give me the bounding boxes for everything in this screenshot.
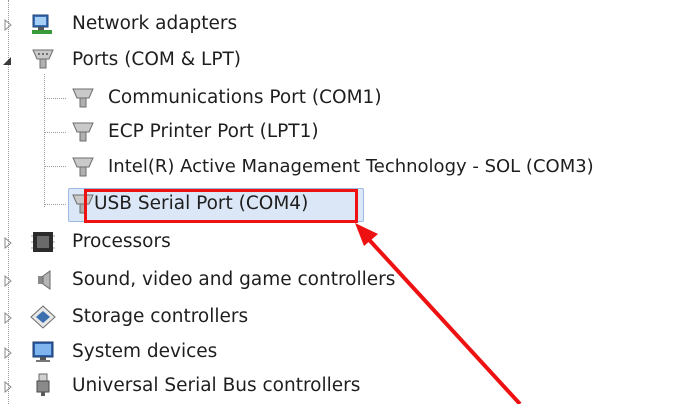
tree-item-processors[interactable]: Processors xyxy=(0,228,300,258)
tree-item-lpt1[interactable]: ECP Printer Port (LPT1) xyxy=(66,118,466,148)
tree-item-label: Storage controllers xyxy=(72,306,249,327)
tree-item-storage[interactable]: Storage controllers xyxy=(0,303,320,333)
tree-line xyxy=(44,166,66,167)
tree-item-label: Network adapters xyxy=(72,13,238,34)
tree-item-system[interactable]: System devices xyxy=(0,338,300,368)
network-adapter-icon xyxy=(30,12,56,36)
expand-arrow-icon[interactable] xyxy=(2,237,14,249)
tree-item-label: Ports (COM & LPT) xyxy=(72,49,242,70)
tree-line xyxy=(44,74,45,207)
monitor-icon xyxy=(30,340,56,364)
tree-item-com3[interactable]: Intel(R) Active Management Technology - … xyxy=(66,153,686,183)
tree-line xyxy=(44,204,66,205)
speaker-icon xyxy=(30,268,56,292)
port-connector-icon xyxy=(70,86,96,110)
expand-arrow-icon[interactable] xyxy=(2,381,14,393)
tree-item-label: Processors xyxy=(72,231,171,252)
tree-item-label: Universal Serial Bus controllers xyxy=(72,375,361,396)
port-connector-icon xyxy=(30,47,56,71)
storage-diamond-icon xyxy=(30,305,56,329)
tree-item-label: System devices xyxy=(72,341,218,362)
annotation-highlight-box xyxy=(84,189,358,223)
collapse-arrow-icon[interactable] xyxy=(2,55,14,67)
tree-item-network-adapters[interactable]: Network adapters xyxy=(0,10,300,40)
expand-arrow-icon[interactable] xyxy=(2,347,14,359)
tree-item-label: Intel(R) Active Management Technology - … xyxy=(108,156,594,177)
port-connector-icon xyxy=(70,155,96,179)
tree-item-label: Communications Port (COM1) xyxy=(108,87,382,108)
tree-item-usb[interactable]: Universal Serial Bus controllers xyxy=(0,372,420,402)
tree-item-label: Sound, video and game controllers xyxy=(72,269,396,290)
tree-item-com1[interactable]: Communications Port (COM1) xyxy=(66,84,466,114)
tree-item-sound[interactable]: Sound, video and game controllers xyxy=(0,266,450,296)
expand-arrow-icon[interactable] xyxy=(2,275,14,287)
port-connector-icon xyxy=(70,120,96,144)
expand-arrow-icon[interactable] xyxy=(2,312,14,324)
processor-chip-icon xyxy=(30,230,56,254)
tree-line xyxy=(44,132,66,133)
tree-item-label: ECP Printer Port (LPT1) xyxy=(108,121,319,142)
usb-plug-icon xyxy=(30,373,56,397)
expand-arrow-icon[interactable] xyxy=(2,19,14,31)
tree-item-ports[interactable]: Ports (COM & LPT) xyxy=(0,46,300,76)
tree-line xyxy=(44,98,66,99)
